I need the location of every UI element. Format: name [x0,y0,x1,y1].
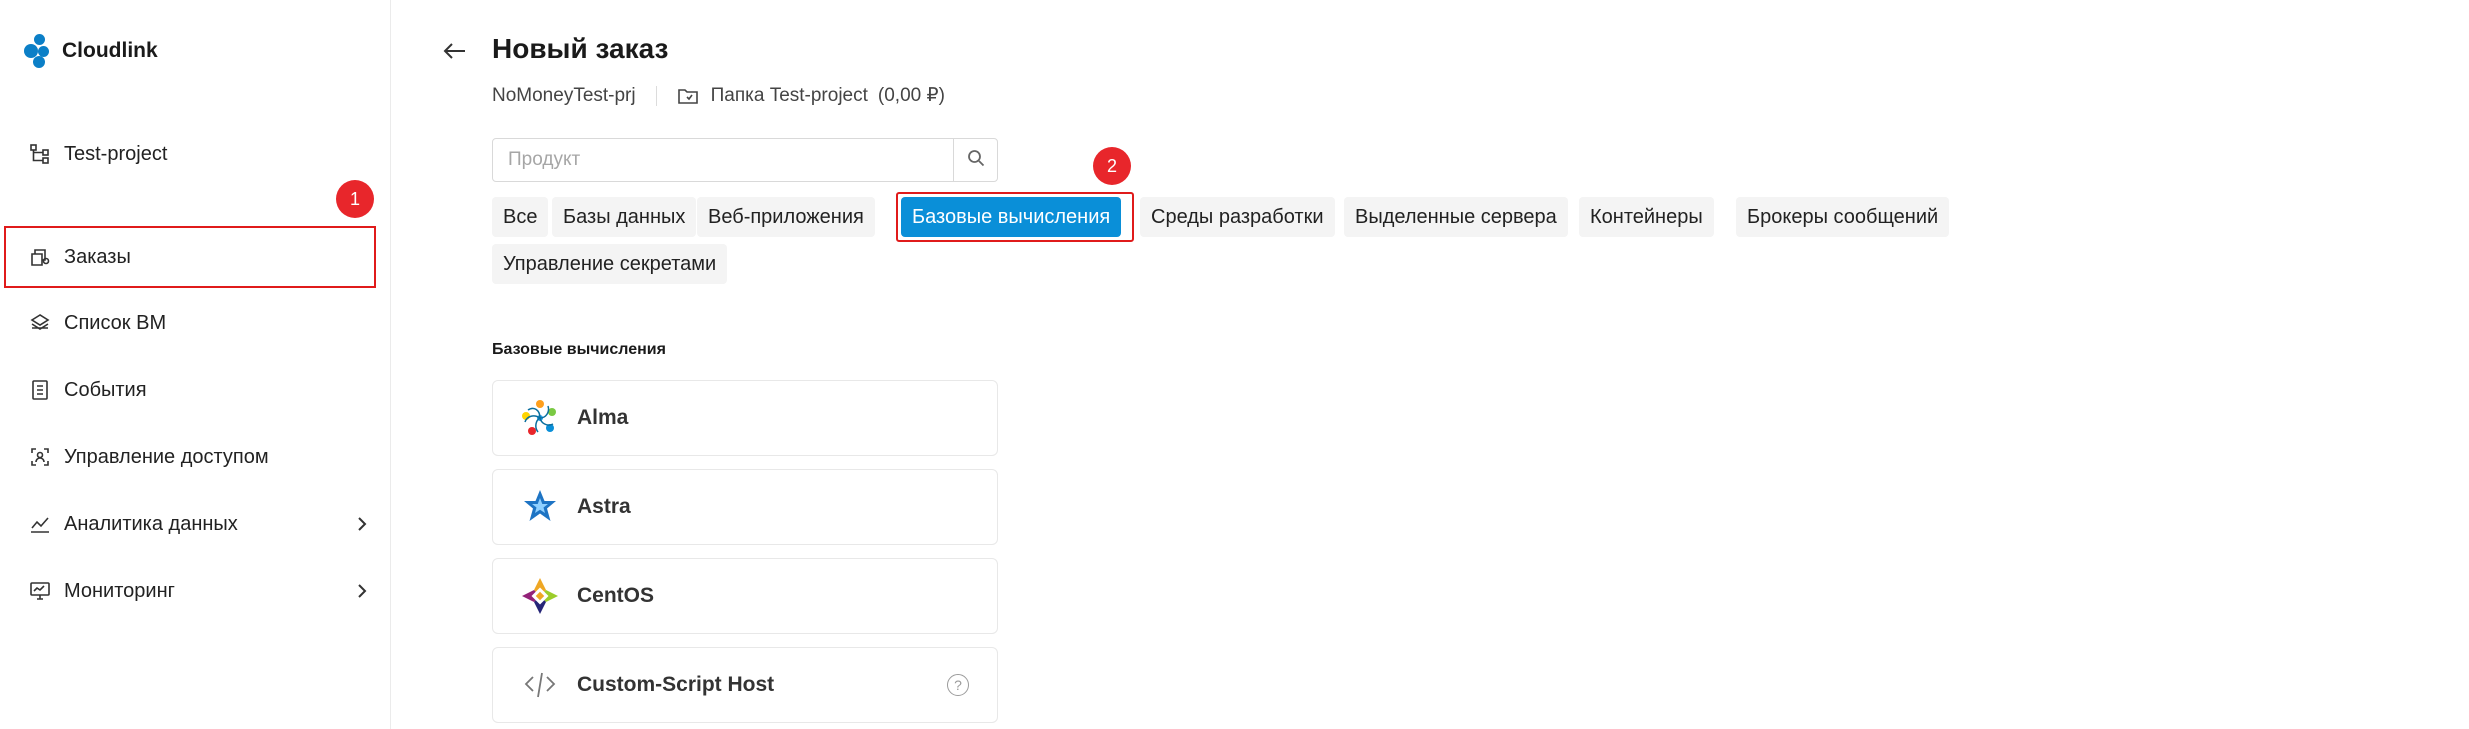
product-card-custom-script-host[interactable]: Custom-Script Host ? [492,647,998,723]
alma-logo-icon [519,397,561,439]
centos-logo-icon [519,575,561,617]
product-card-astra[interactable]: Astra [492,469,998,545]
app-name: Cloudlink [62,39,158,62]
chevron-right-icon[interactable] [350,512,374,536]
divider [655,85,657,106]
project-tree-icon [28,142,52,166]
access-icon [28,445,52,469]
product-card-alma[interactable]: Alma [492,380,998,456]
product-name: Custom-Script Host [577,673,775,696]
product-name: CentOS [577,584,655,607]
product-search [492,138,998,182]
folder-label: Папка Test-project [710,84,868,106]
sidebar-item-label: Мониторинг [64,579,175,602]
sidebar-item-label: Управление доступом [64,445,269,468]
sidebar-project[interactable]: Test-project [28,134,167,174]
main-content: Новый заказ NoMoneyTest-prj Папка Test-p… [392,0,2469,729]
analytics-icon [28,512,52,536]
tab-message-brokers[interactable]: Брокеры сообщений [1736,197,1950,237]
sidebar-item-label: События [64,378,147,401]
tab-dev-environments[interactable]: Среды разработки [1140,197,1335,237]
sidebar-item-label: Список ВМ [64,311,167,334]
sidebar-item-access[interactable]: Управление доступом [28,437,269,477]
sidebar-item-analytics[interactable]: Аналитика данных [28,504,367,544]
back-arrow-icon[interactable] [440,38,470,64]
search-icon [967,149,985,172]
sidebar-item-vm-list[interactable]: Список ВМ [28,303,166,343]
tab-web-apps[interactable]: Веб-приложения [697,197,875,237]
tab-all[interactable]: Все [492,197,549,237]
vm-list-icon [28,311,52,335]
folder-balance: (0,00 ₽) [877,85,945,106]
annotation-badge-1: 1 [336,180,374,218]
sidebar-item-monitoring[interactable]: Мониторинг [28,571,367,611]
events-icon [28,378,52,402]
product-card-centos[interactable]: CentOS [492,558,998,634]
order-context: NoMoneyTest-prj Папка Test-project (0,00… [492,84,945,107]
tab-dedicated-servers[interactable]: Выделенные сервера [1344,197,1568,237]
project-name: NoMoneyTest-prj [492,84,636,106]
section-title: Базовые вычисления [492,341,666,358]
product-name: Astra [577,495,631,518]
tab-base-compute[interactable]: Базовые вычисления [901,197,1122,237]
app-logo[interactable]: Cloudlink [24,34,158,68]
astra-logo-icon [519,486,561,528]
tab-databases[interactable]: Базы данных [552,197,697,237]
monitoring-icon [28,579,52,603]
sidebar: Cloudlink Test-project 1 Заказы Список В… [0,0,391,729]
code-icon [519,664,561,706]
annotation-badge-2: 2 [1093,147,1131,185]
folder-icon [677,86,699,106]
orders-icon [28,245,52,269]
tab-secrets-management[interactable]: Управление секретами [492,244,728,284]
product-name: Alma [577,406,629,429]
search-input[interactable] [493,139,953,181]
sidebar-item-label: Аналитика данных [64,512,238,535]
help-icon[interactable]: ? [947,674,969,696]
sidebar-item-events[interactable]: События [28,370,147,410]
sidebar-item-orders[interactable]: Заказы [28,237,131,277]
sidebar-project-label: Test-project [64,142,168,165]
page-title: Новый заказ [492,33,669,64]
search-button[interactable] [953,139,997,181]
tab-containers[interactable]: Контейнеры [1579,197,1714,237]
sidebar-item-label: Заказы [64,245,131,268]
chevron-right-icon[interactable] [350,579,374,603]
cloudlink-logo-icon [24,34,54,68]
